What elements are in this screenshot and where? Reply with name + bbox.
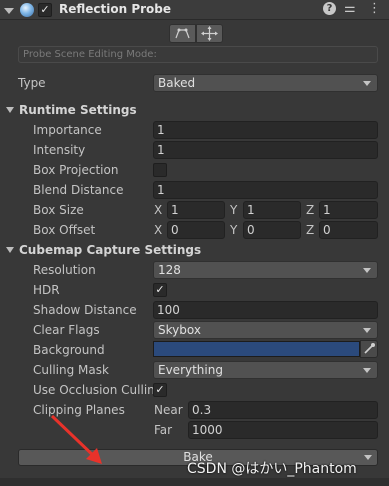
blend-distance-field[interactable]: 1 <box>153 181 378 199</box>
box-size-x-field[interactable]: 1 <box>167 201 225 219</box>
box-offset-label: Box Offset <box>33 223 96 237</box>
runtime-settings-header[interactable]: Runtime Settings <box>0 101 389 121</box>
box-offset-x-field[interactable]: 0 <box>167 221 225 239</box>
intensity-field[interactable]: 1 <box>153 141 378 159</box>
eyedropper-button[interactable] <box>360 340 378 358</box>
clear-flags-dropdown[interactable]: Skybox <box>153 321 378 339</box>
culling-mask-dropdown[interactable]: Everything <box>153 361 378 379</box>
help-icon[interactable]: ? <box>323 2 336 15</box>
bottom-divider <box>0 478 389 486</box>
watermark: CSDN @はかい_Phantom <box>187 461 357 477</box>
eyedropper-icon <box>364 343 375 354</box>
far-label: Far <box>154 423 173 437</box>
box-projection-checkbox[interactable] <box>153 163 167 177</box>
importance-field[interactable]: 1 <box>153 121 378 139</box>
culling-mask-label: Culling Mask <box>33 363 109 377</box>
annotation-arrow <box>50 414 102 464</box>
box-offset-z-field[interactable]: 0 <box>319 221 378 239</box>
box-offset-z-label: Z <box>306 223 315 237</box>
box-size-y-field[interactable]: 1 <box>243 201 301 219</box>
box-offset-y-field[interactable]: 0 <box>243 221 301 239</box>
type-dropdown[interactable]: Baked <box>153 74 378 92</box>
foldout-arrow-icon[interactable] <box>4 8 14 14</box>
probe-scene-editing-mode-field: Probe Scene Editing Mode: <box>18 46 378 63</box>
cubemap-capture-settings-header[interactable]: Cubemap Capture Settings <box>0 241 389 261</box>
box-offset-y-label: Y <box>230 223 238 237</box>
resolution-label: Resolution <box>33 263 96 277</box>
clear-flags-label: Clear Flags <box>33 323 100 337</box>
foldout-arrow-icon <box>6 247 14 253</box>
hdr-checkbox[interactable]: ✓ <box>153 283 167 297</box>
shadow-distance-field[interactable]: 100 <box>153 301 378 319</box>
box-offset-x-label: X <box>154 223 163 237</box>
culling-mask-value: Everything <box>158 363 223 377</box>
type-label: Type <box>18 76 46 90</box>
foldout-arrow-icon <box>6 107 14 113</box>
box-size-z-label: Z <box>306 203 315 217</box>
runtime-settings-title: Runtime Settings <box>19 103 137 117</box>
box-size-label: Box Size <box>33 203 84 217</box>
chevron-down-icon <box>363 81 371 86</box>
chevron-down-icon <box>363 368 371 373</box>
background-color-swatch[interactable] <box>153 341 360 357</box>
move-icon <box>201 26 218 41</box>
edit-bounds-icon <box>175 28 190 39</box>
resolution-dropdown[interactable]: 128 <box>153 261 378 279</box>
importance-label: Importance <box>33 123 102 137</box>
clear-flags-value: Skybox <box>158 323 201 337</box>
box-size-z-field[interactable]: 1 <box>319 201 378 219</box>
box-size-y-label: Y <box>230 203 238 217</box>
resolution-value: 128 <box>158 263 181 277</box>
bake-dropdown-arrow-icon[interactable] <box>364 455 372 460</box>
far-field[interactable]: 1000 <box>188 421 378 439</box>
shadow-distance-label: Shadow Distance <box>33 303 137 317</box>
background-label: Background <box>33 343 105 357</box>
type-value: Baked <box>158 76 196 90</box>
edit-origin-button[interactable] <box>196 24 223 43</box>
near-field[interactable]: 0.3 <box>188 401 378 419</box>
component-title: Reflection Probe <box>59 2 172 16</box>
near-label: Near <box>154 403 183 417</box>
edit-bounds-button[interactable] <box>169 24 196 43</box>
use-occlusion-culling-label: Use Occlusion Culling <box>33 383 163 397</box>
context-menu-icon[interactable]: ⋮ <box>368 1 381 16</box>
use-occlusion-culling-checkbox[interactable]: ✓ <box>153 383 167 397</box>
blend-distance-label: Blend Distance <box>33 183 124 197</box>
intensity-label: Intensity <box>33 143 86 157</box>
hdr-label: HDR <box>33 283 60 297</box>
component-enabled-checkbox[interactable]: ✓ <box>38 3 52 17</box>
box-projection-label: Box Projection <box>33 163 119 177</box>
cubemap-capture-settings-title: Cubemap Capture Settings <box>19 243 202 257</box>
reflection-probe-icon <box>20 3 34 17</box>
chevron-down-icon <box>363 328 371 333</box>
preset-settings-icon[interactable]: ⚌ <box>344 1 356 16</box>
chevron-down-icon <box>363 268 371 273</box>
box-size-x-label: X <box>154 203 163 217</box>
